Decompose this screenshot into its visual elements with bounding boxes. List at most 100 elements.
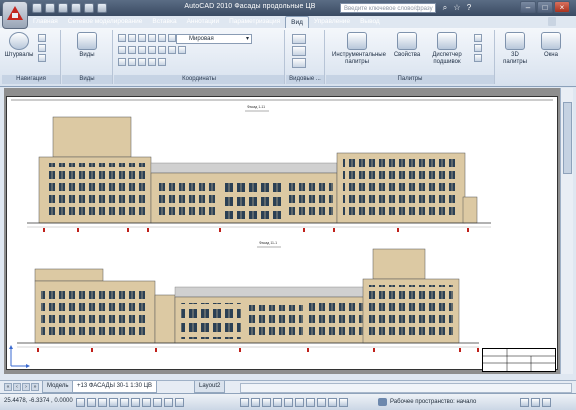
viewport-join-icon[interactable] <box>292 46 306 56</box>
ucs-world-icon[interactable] <box>128 34 136 42</box>
tab-mesh-modeling[interactable]: Сетевое моделирование <box>63 16 148 28</box>
ucs-object-icon[interactable] <box>138 46 146 54</box>
osnap-toggle[interactable] <box>120 398 129 407</box>
search-input[interactable]: Введите ключевое слово/фразу <box>340 3 436 13</box>
sheet-set-manager-button[interactable]: Диспетчер подшивок <box>426 32 468 65</box>
first-tab-icon[interactable]: « <box>4 383 12 391</box>
ucs-face-icon[interactable] <box>148 46 156 54</box>
tab-layout-facades[interactable]: +13 ФАСАДЫ 30-1 1:30 ЦВ <box>72 381 158 393</box>
new-icon[interactable] <box>32 3 42 13</box>
hardware-accel-icon[interactable] <box>531 398 540 407</box>
tab-home[interactable]: Главная <box>28 16 63 28</box>
properties-icon <box>397 32 417 50</box>
ucs-icon[interactable] <box>118 34 126 42</box>
tool-palettes-button[interactable]: Инструментальные палитры <box>332 32 386 65</box>
tab-model[interactable]: Модель <box>42 381 74 393</box>
dyn-toggle[interactable] <box>153 398 162 407</box>
drawing-area[interactable]: Фасад 1-11 Фасад 11-1 <box>4 88 560 374</box>
help-icon[interactable]: ? <box>464 3 474 13</box>
last-tab-icon[interactable]: » <box>31 383 39 391</box>
paper-space-icon[interactable] <box>240 398 249 407</box>
ribbon-minimize-icon[interactable] <box>548 17 556 26</box>
layout-sheet: Фасад 1-11 Фасад 11-1 <box>6 96 558 370</box>
ucs-apply-icon[interactable] <box>168 46 176 54</box>
redo-icon[interactable] <box>84 3 94 13</box>
grid-toggle[interactable] <box>87 398 96 407</box>
properties-button[interactable]: Свойства <box>392 32 422 59</box>
pan-status-icon[interactable] <box>273 398 282 407</box>
subscription-icon[interactable]: ☆ <box>452 3 462 13</box>
windows-button[interactable]: Окна <box>536 32 566 59</box>
clean-screen-icon[interactable] <box>542 398 551 407</box>
open-icon[interactable] <box>45 3 55 13</box>
application-menu-button[interactable] <box>2 1 28 29</box>
lwt-toggle[interactable] <box>164 398 173 407</box>
command-line-icon[interactable] <box>474 54 482 62</box>
snap-toggle[interactable] <box>76 398 85 407</box>
close-button[interactable]: × <box>554 1 570 13</box>
lock-icon[interactable] <box>520 398 529 407</box>
viewport-restore-icon[interactable] <box>292 58 306 68</box>
ucs-3point-icon[interactable] <box>128 46 136 54</box>
viewport-config-icon[interactable] <box>292 34 306 44</box>
title-block <box>482 348 556 372</box>
quick-view-layouts-icon[interactable] <box>251 398 260 407</box>
minimize-button[interactable]: – <box>520 1 536 13</box>
prev-tab-icon[interactable]: ‹ <box>13 383 21 391</box>
ucs-rotate-x-icon[interactable] <box>118 58 126 66</box>
steering-wheels-button[interactable]: Штурвалы <box>4 32 34 59</box>
facade-drawing <box>11 99 553 352</box>
ucs-rotate-y-icon[interactable] <box>128 58 136 66</box>
orbit-icon[interactable] <box>38 54 46 62</box>
next-tab-icon[interactable]: › <box>22 383 30 391</box>
tab-manage[interactable]: Управление <box>309 16 355 28</box>
showmotion-icon[interactable] <box>306 398 315 407</box>
search-icon[interactable]: ⌕ <box>440 3 450 13</box>
tab-annotate[interactable]: Аннотации <box>182 16 225 28</box>
pan-icon[interactable] <box>38 34 46 42</box>
tab-insert[interactable]: Вставка <box>147 16 181 28</box>
facade-label-bottom: Фасад 11-1 <box>259 241 278 245</box>
ucs-rotate-z-icon[interactable] <box>138 58 146 66</box>
ucs-previous-icon[interactable] <box>158 46 166 54</box>
tab-output[interactable]: Вывод <box>355 16 385 28</box>
ucs-icon-toggle[interactable] <box>178 46 186 54</box>
annotation-visibility-icon[interactable] <box>328 398 337 407</box>
vertical-scroll-thumb[interactable] <box>563 102 572 174</box>
save-icon[interactable] <box>58 3 68 13</box>
ribbon: Штурвалы Навигация Виды Виды Мировая ▾ К… <box>0 28 576 87</box>
ucs-z-icon[interactable] <box>158 34 166 42</box>
design-center-icon[interactable] <box>474 34 482 42</box>
zoom-status-icon[interactable] <box>284 398 293 407</box>
ucs-y-icon[interactable] <box>148 34 156 42</box>
3d-palettes-button[interactable]: 3D палитры <box>500 32 530 65</box>
ucs-x-icon[interactable] <box>138 34 146 42</box>
annotation-scale-icon[interactable] <box>317 398 326 407</box>
polar-toggle[interactable] <box>109 398 118 407</box>
maximize-button[interactable]: □ <box>537 1 553 13</box>
ucs-combo[interactable]: Мировая <box>176 34 252 44</box>
ucs-view-icon[interactable] <box>168 34 176 42</box>
markup-icon[interactable] <box>474 44 482 52</box>
qp-toggle[interactable] <box>175 398 184 407</box>
ucs-origin-icon[interactable] <box>118 46 126 54</box>
ortho-toggle[interactable] <box>98 398 107 407</box>
ucs-settings-icon[interactable] <box>158 58 166 66</box>
ucs-named-icon[interactable] <box>148 58 156 66</box>
steering-status-icon[interactable] <box>295 398 304 407</box>
workspace-switch[interactable]: Рабочее пространство: начало <box>378 397 476 407</box>
plot-icon[interactable] <box>97 3 107 13</box>
undo-icon[interactable] <box>71 3 81 13</box>
title-bar: AutoCAD 2010 Фасады продольные ЦВ Введит… <box>0 0 576 16</box>
quick-view-drawings-icon[interactable] <box>262 398 271 407</box>
views-button[interactable]: Виды <box>72 32 102 59</box>
autoscale-icon[interactable] <box>339 398 348 407</box>
otrack-toggle[interactable] <box>131 398 140 407</box>
tab-layout2[interactable]: Layout2 <box>194 381 226 393</box>
tab-parametric[interactable]: Параметризация <box>224 16 285 28</box>
vertical-scrollbar[interactable] <box>560 88 573 374</box>
zoom-icon[interactable] <box>38 44 46 52</box>
panel-windows: 3D палитры Окна <box>496 30 572 84</box>
ducs-toggle[interactable] <box>142 398 151 407</box>
horizontal-scrollbar[interactable] <box>240 383 572 393</box>
